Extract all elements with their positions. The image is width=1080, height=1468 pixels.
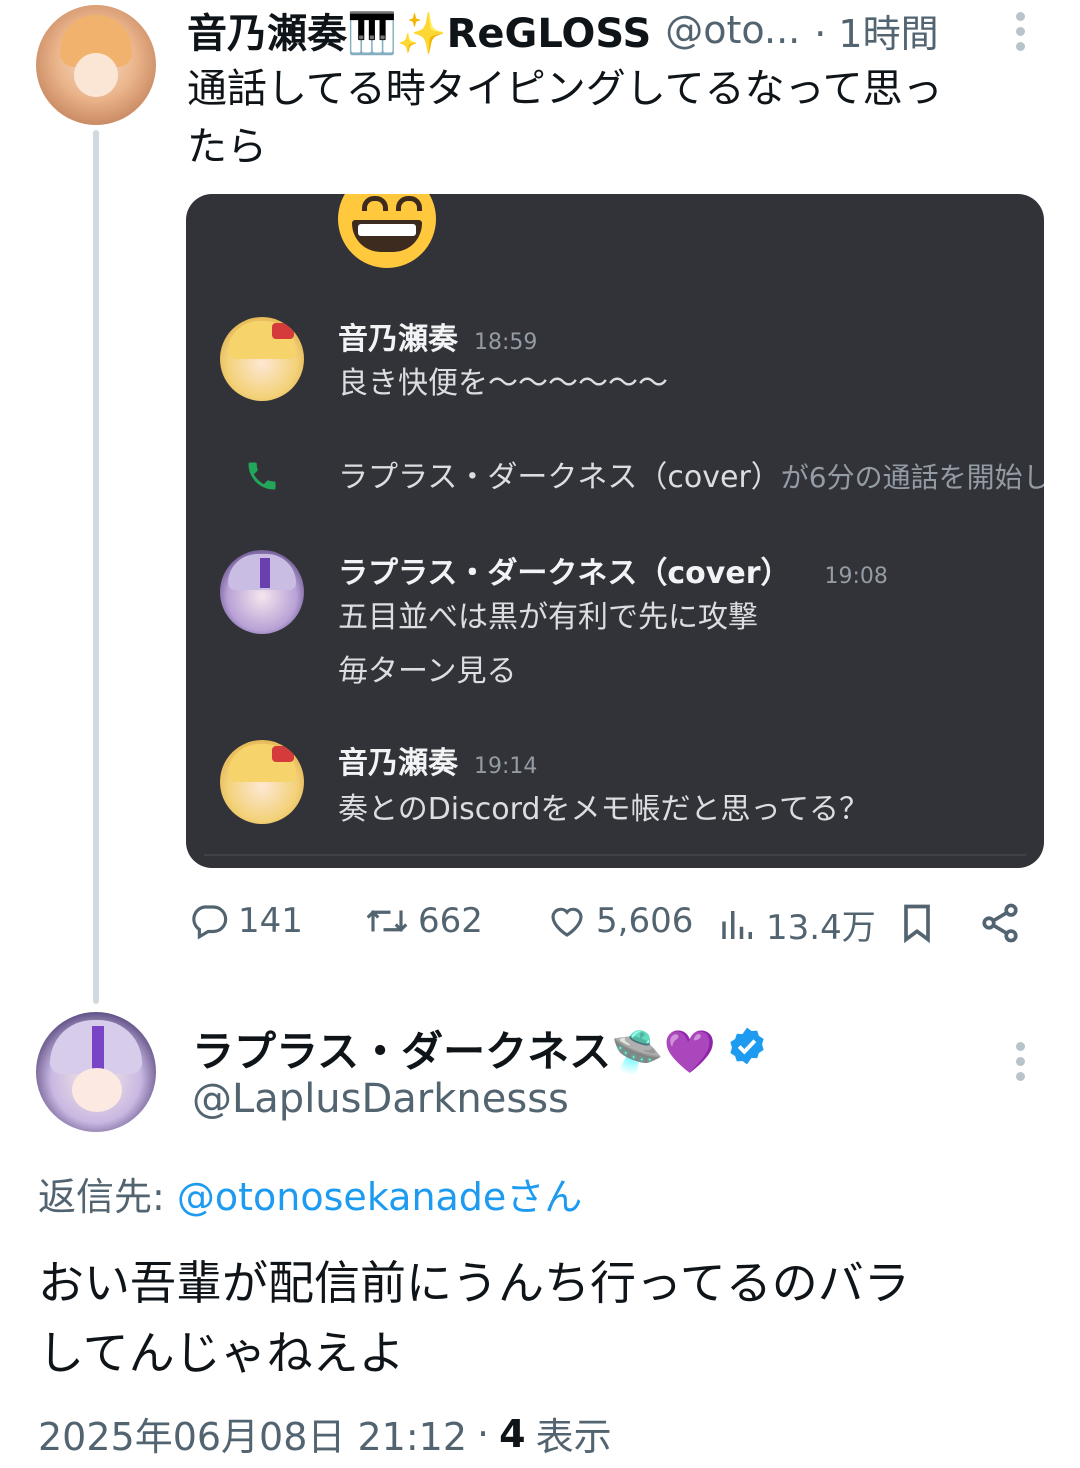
bookmark-icon	[896, 901, 938, 945]
reply-count: 141	[238, 901, 303, 941]
parent-author-handle[interactable]: @oto...	[665, 8, 800, 52]
parent-tweet-text-line2: たら	[187, 124, 267, 170]
reply-to-label: 返信先:	[38, 1175, 165, 1219]
retweet-icon	[364, 900, 410, 942]
views-count: 13.4万	[766, 908, 876, 948]
retweet-count: 662	[418, 901, 483, 941]
discord-message-text: 良き快便を〜〜〜〜〜〜	[338, 366, 668, 401]
reply-tweet-text-line2: してんじゃねえよ	[38, 1326, 405, 1380]
discord-call-text: が6分の通話を開始しました。	[780, 461, 1044, 494]
reply-more-icon[interactable]	[1016, 1042, 1026, 1087]
discord-message-text: 五目並べは黒が有利で先に攻撃	[338, 600, 758, 635]
thread-line	[93, 130, 99, 1004]
discord-time: 18:59	[474, 330, 538, 355]
reply-views-count: 4	[499, 1411, 526, 1456]
discord-time: 19:14	[474, 754, 538, 779]
reply-icon	[188, 900, 230, 942]
like-icon	[546, 900, 588, 942]
discord-avatar-laplus	[220, 550, 304, 634]
bookmark-button[interactable]	[896, 901, 938, 945]
discord-time: 19:08	[824, 564, 888, 589]
discord-divider	[204, 854, 1026, 856]
phone-icon	[244, 458, 280, 498]
reply-timestamp[interactable]: 2025年06月08日 21:12	[38, 1406, 467, 1461]
reply-button[interactable]: 141	[188, 900, 303, 942]
separator-dot: ·	[477, 1411, 490, 1456]
discord-author-name: 音乃瀬奏	[338, 746, 458, 781]
share-button[interactable]	[978, 901, 1022, 945]
reply-tweet-text-line1: おい吾輩が配信前にうんち行ってるのバラ	[38, 1256, 910, 1310]
parent-tweet-text-line1: 通話してる時タイピングしてるなって思っ	[187, 66, 943, 112]
grinning-emoji	[338, 194, 436, 268]
verified-icon	[726, 1025, 768, 1071]
discord-call-user: ラプラス・ダークネス（cover）	[338, 460, 781, 495]
parent-more-icon[interactable]	[1016, 12, 1026, 57]
reply-author-name[interactable]: ラプラス・ダークネス🛸💜	[192, 1018, 716, 1079]
discord-message-text: 奏とのDiscordをメモ帳だと思ってる？	[338, 792, 869, 827]
discord-avatar-kanade	[220, 740, 304, 824]
parent-timestamp[interactable]: · 1時間	[814, 3, 938, 58]
views-button[interactable]: 13.4万	[718, 900, 876, 949]
discord-author-name: ラプラス・ダークネス（cover）	[338, 556, 791, 591]
parent-author-avatar[interactable]	[36, 5, 156, 125]
reply-views-label: 表示	[535, 1415, 612, 1459]
discord-author-name: 音乃瀬奏	[338, 322, 458, 357]
parent-author-name[interactable]: 音乃瀬奏🎹✨ReGLOSS	[187, 1, 651, 59]
views-icon	[718, 904, 758, 946]
discord-avatar-kanade	[220, 317, 304, 401]
attached-image[interactable]: 音乃瀬奏 18:59 良き快便を〜〜〜〜〜〜 ラプラス・ダークネス（cover）…	[186, 194, 1044, 868]
discord-message-text: 毎ターン見る	[338, 654, 517, 689]
reply-author-handle[interactable]: @LaplusDarknesss	[192, 1076, 569, 1122]
retweet-button[interactable]: 662	[364, 900, 483, 942]
share-icon	[978, 901, 1022, 945]
reply-to-user-link[interactable]: @otonosekanadeさん	[177, 1175, 582, 1219]
reply-author-avatar[interactable]	[36, 1012, 156, 1132]
like-count: 5,606	[596, 901, 694, 941]
like-button[interactable]: 5,606	[546, 900, 693, 942]
